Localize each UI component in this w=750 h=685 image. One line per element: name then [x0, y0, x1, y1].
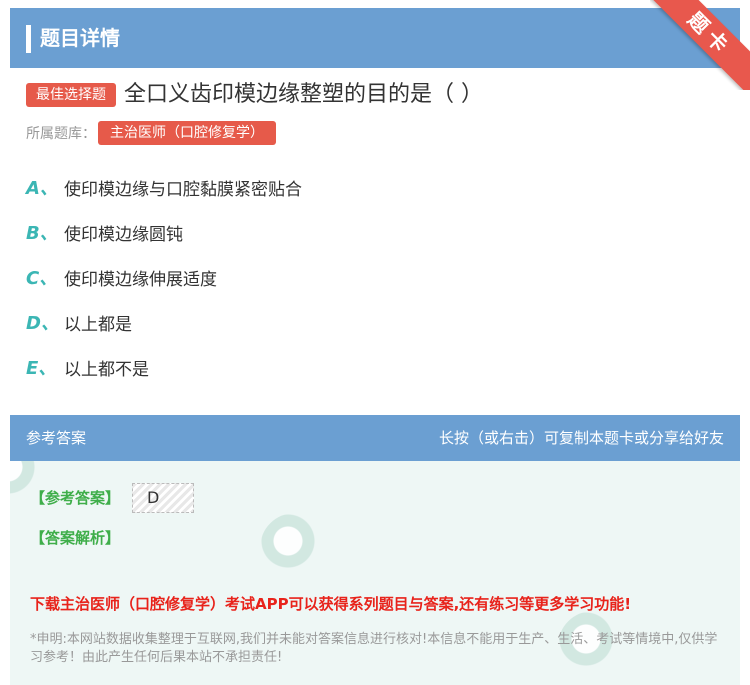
option-a[interactable]: A、 使印模边缘与口腔黏膜紧密贴合 — [26, 172, 726, 202]
option-text: 使印模边缘与口腔黏膜紧密贴合 — [64, 179, 302, 200]
question-row: 最佳选择题 全口义齿印模边缘整塑的目的是（ ） — [26, 80, 483, 110]
option-e[interactable]: E、 以上都不是 — [26, 352, 726, 382]
answer-label: 【参考答案】 — [30, 489, 121, 507]
option-text: 以上都是 — [64, 314, 132, 335]
share-hint: 长按（或右击）可复制本题卡或分享给好友 — [438, 429, 724, 447]
page-title: 题目详情 — [40, 26, 120, 50]
option-letter: A、 — [26, 178, 58, 199]
option-text: 使印模边缘伸展适度 — [64, 269, 217, 290]
options-list: A、 使印模边缘与口腔黏膜紧密贴合 B、 使印模边缘圆钝 C、 使印模边缘伸展适… — [26, 172, 726, 397]
question-text: 全口义齿印模边缘整塑的目的是（ ） — [124, 82, 483, 107]
option-d[interactable]: D、 以上都是 — [26, 307, 726, 337]
option-letter: C、 — [26, 268, 58, 289]
option-text: 使印模边缘圆钝 — [64, 224, 183, 245]
library-tag-link[interactable]: 主治医师（口腔修复学） — [98, 121, 276, 145]
disclaimer-text: *申明:本网站数据收集整理于互联网,我们并未能对答案信息进行核对!本信息不能用于… — [30, 632, 718, 665]
library-label: 所属题库： — [26, 126, 96, 142]
app-download-promo[interactable]: 下载主治医师（口腔修复学）考试APP可以获得系列题目与答案,还有练习等更多学习功… — [30, 593, 631, 614]
answer-section-title: 参考答案 — [26, 429, 87, 447]
option-letter: D、 — [26, 313, 59, 334]
option-letter: E、 — [26, 358, 57, 379]
option-b[interactable]: B、 使印模边缘圆钝 — [26, 217, 726, 247]
answer-body: 【参考答案】 D 【答案解析】 下载主治医师（口腔修复学）考试APP可以获得系列… — [10, 461, 740, 685]
page-header: 题目详情 — [10, 8, 740, 68]
answer-value: D — [132, 483, 194, 513]
watermark-logo-icon — [260, 513, 330, 583]
option-text: 以上都不是 — [64, 359, 149, 380]
page: 题目详情 题卡 最佳选择题 全口义齿印模边缘整塑的目的是（ ） 所属题库： 主治… — [0, 0, 750, 685]
question-type-badge: 最佳选择题 — [26, 83, 116, 107]
option-c[interactable]: C、 使印模边缘伸展适度 — [26, 262, 726, 292]
explanation-label: 【答案解析】 — [30, 529, 121, 547]
ribbon-label: 题卡 — [650, 0, 750, 90]
header-accent-bar — [26, 25, 31, 53]
corner-ribbon: 题卡 — [650, 0, 750, 90]
option-letter: B、 — [26, 223, 58, 244]
answer-section-header: 参考答案 长按（或右击）可复制本题卡或分享给好友 — [10, 415, 740, 461]
library-row: 所属题库： 主治医师（口腔修复学） — [26, 120, 276, 146]
